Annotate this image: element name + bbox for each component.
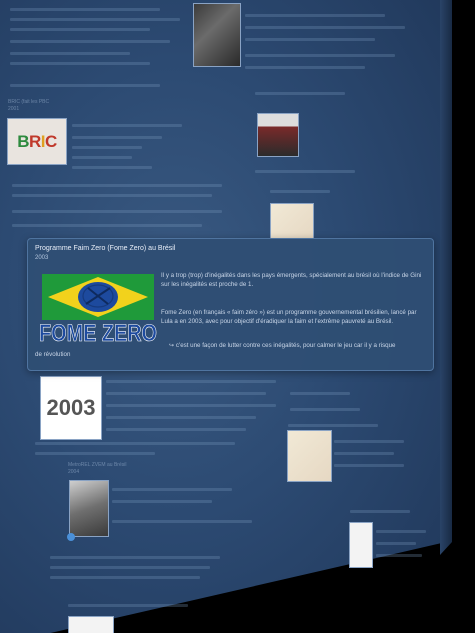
bg-text-line [255, 170, 355, 173]
arrow-icon: ↪ [169, 342, 175, 349]
bg-text-line [106, 428, 246, 431]
event-detail-popup[interactable]: Programme Faim Zero (Fome Zero) au Brési… [27, 238, 434, 371]
photo-thumbnail[interactable] [193, 3, 241, 67]
bg-text-line [290, 392, 350, 395]
bg-text-line [12, 194, 212, 197]
popup-paragraph-3-end: de révolution [35, 351, 71, 358]
bg-text-line [35, 442, 235, 445]
map-thumbnail[interactable] [270, 203, 314, 239]
bg-text-line [288, 424, 378, 427]
bg-text-line [10, 84, 160, 87]
brics-node-label: BRIC (fait les PBC [8, 99, 50, 105]
bg-text-line [50, 556, 220, 559]
bg-text-line [112, 488, 232, 491]
bg-text-line [10, 52, 130, 55]
bg-text-line [106, 404, 276, 407]
bg-text-line [106, 380, 276, 383]
bg-text-line [72, 166, 152, 169]
bg-text-line [12, 210, 222, 213]
bg-text-line [106, 392, 266, 395]
year-2003-thumbnail[interactable]: 2003 [40, 376, 102, 440]
popup-paragraph-3-text: c'est une façon de lutter contre ces iné… [175, 342, 396, 349]
logo-text: FOME ZERO [39, 320, 157, 346]
bg-text-line [68, 604, 188, 607]
bg-text-line [376, 554, 422, 557]
popup-title: Programme Faim Zero (Fome Zero) au Brési… [35, 245, 176, 252]
fome-zero-logo: FOME ZERO [39, 274, 157, 346]
bg-text-line [112, 520, 252, 523]
bg-text-line [376, 530, 426, 533]
bg-text-line [245, 38, 375, 41]
bg-text-line [245, 66, 365, 69]
year-thumbnail-text: 2003 [46, 395, 96, 420]
bg-text-line [10, 62, 150, 65]
bg-text-line [245, 54, 395, 57]
metro-node-label: MetroREL ZVEM au Brésil [68, 462, 127, 468]
bg-text-line [376, 542, 416, 545]
bg-text-line [334, 452, 394, 455]
bg-text-line [12, 184, 222, 187]
document-thumbnail[interactable] [349, 522, 373, 568]
bg-text-line [106, 416, 256, 419]
popup-paragraph-1: Il y a trop (trop) d'inégalités dans les… [161, 272, 422, 288]
bg-text-line [10, 28, 150, 31]
bg-text-line [35, 452, 155, 455]
bg-text-line [255, 92, 345, 95]
bg-text-line [334, 440, 404, 443]
bg-text-line [72, 136, 162, 139]
bg-text-line [72, 124, 182, 127]
bg-text-line [245, 26, 405, 29]
popup-paragraph-3: ↪ c'est une façon de lutter contre ces i… [169, 341, 427, 350]
bg-text-line [12, 224, 202, 227]
bg-text-line [10, 8, 160, 11]
bg-text-line [72, 156, 132, 159]
canvas-edge [440, 0, 452, 555]
brics-thumbnail[interactable]: BRIC [7, 118, 67, 165]
popup-paragraph-2: Fome Zero (en français « faim zéro ») es… [161, 309, 417, 325]
document-thumbnail[interactable] [68, 616, 114, 633]
people-thumbnail[interactable] [257, 113, 299, 157]
bg-text-line [10, 18, 180, 21]
bg-text-line [10, 40, 170, 43]
bg-text-line [112, 500, 212, 503]
bg-text-line [245, 14, 385, 17]
bg-text-line [334, 464, 404, 467]
map-thumbnail[interactable] [287, 430, 332, 482]
metro-node-year: 2004 [68, 469, 80, 475]
bg-text-line [50, 566, 210, 569]
popup-year: 2003 [35, 255, 49, 261]
bg-text-line [72, 146, 142, 149]
connector-node[interactable] [67, 533, 75, 541]
metro-thumbnail[interactable] [69, 480, 109, 537]
bg-text-line [270, 190, 330, 193]
bg-text-line [350, 510, 410, 513]
bg-text-line [290, 408, 360, 411]
brics-node-year: 2001 [8, 106, 20, 112]
brics-logo-text: BRIC [17, 131, 57, 151]
bg-text-line [50, 576, 200, 579]
